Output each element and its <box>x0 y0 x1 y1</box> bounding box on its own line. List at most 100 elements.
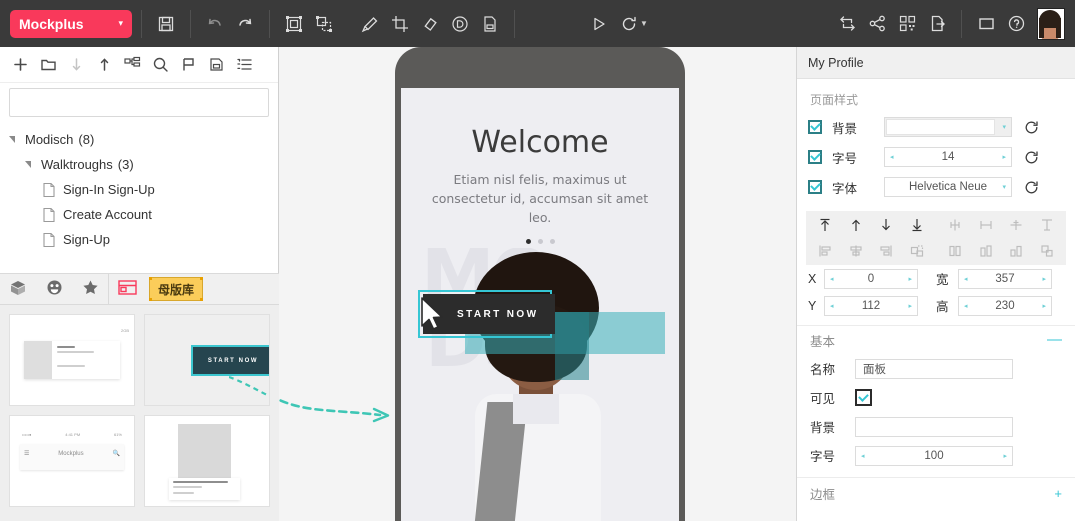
page-icon[interactable] <box>475 9 505 39</box>
thumb-nav-bar[interactable]: •••••● 4:41 PM 61% ☰ Mockplus 🔍 <box>9 415 135 507</box>
thumb-poster-card[interactable] <box>144 415 270 507</box>
reset-font-size-icon[interactable] <box>1024 150 1039 165</box>
send-to-back-icon[interactable] <box>902 212 933 238</box>
brand-menu-button[interactable]: Mockplus ▾ <box>10 9 132 38</box>
stepper-increment-icon[interactable]: ▸ <box>908 275 912 283</box>
stepper-decrement-icon[interactable]: ◂ <box>861 452 865 460</box>
search-input[interactable] <box>10 89 268 116</box>
align-right-icon[interactable] <box>871 238 902 264</box>
stepper-increment-icon[interactable]: ▸ <box>1042 302 1046 310</box>
align-horizontal-center-icon[interactable] <box>1001 212 1032 238</box>
triangle-down-icon[interactable] <box>24 159 36 171</box>
reset-background-icon[interactable] <box>1024 120 1039 135</box>
qrcode-icon[interactable] <box>892 9 922 39</box>
reset-font-family-icon[interactable] <box>1024 180 1039 195</box>
align-left-icon[interactable] <box>810 238 841 264</box>
align-center-icon[interactable] <box>841 238 872 264</box>
chevron-down-icon[interactable]: ▾ <box>1002 183 1006 191</box>
stepper-decrement-icon[interactable]: ◂ <box>890 153 894 161</box>
group-objects-icon[interactable] <box>902 238 933 264</box>
help-icon[interactable] <box>1001 9 1031 39</box>
share-icon[interactable] <box>862 9 892 39</box>
chevron-down-icon[interactable]: ▾ <box>1002 123 1006 131</box>
carousel-dot-active[interactable] <box>525 239 531 244</box>
same-width-icon[interactable] <box>1001 238 1032 264</box>
border-section-header[interactable]: 边框 + <box>797 477 1075 503</box>
stepper-decrement-icon[interactable]: ◂ <box>964 275 968 283</box>
background-color-field[interactable]: ▾ <box>884 117 1012 137</box>
x-stepper[interactable]: ◂ 0 ▸ <box>824 268 918 289</box>
move-down-icon[interactable] <box>62 51 90 79</box>
undo-icon[interactable] <box>200 9 230 39</box>
preview-icon[interactable] <box>584 9 614 39</box>
stepper-increment-icon[interactable]: ▸ <box>1002 153 1006 161</box>
my-library-tab[interactable] <box>108 273 145 305</box>
hero-image[interactable]: MO DS START NOW <box>401 248 679 521</box>
distribute-vertical-icon[interactable] <box>971 238 1002 264</box>
visible-checkbox[interactable] <box>855 389 872 406</box>
list-icon[interactable] <box>230 51 258 79</box>
background-color-input[interactable] <box>855 416 1013 437</box>
master-library-tab[interactable]: 母版库 <box>149 277 204 301</box>
phone-screen[interactable]: Welcome Etiam nisl felis, maximus ut con… <box>401 88 679 521</box>
format-painter-icon[interactable] <box>355 9 385 39</box>
font-size-stepper-basic[interactable]: ◂ 100 ▸ <box>855 445 1013 466</box>
carousel-dot[interactable] <box>537 239 543 244</box>
search-icon[interactable] <box>146 51 174 79</box>
save-icon[interactable] <box>151 9 181 39</box>
stepper-decrement-icon[interactable]: ◂ <box>830 275 834 283</box>
state-icon[interactable] <box>445 9 475 39</box>
chevron-down-icon[interactable]: ▼ <box>640 19 648 28</box>
tree-item-sign-in-sign-up[interactable]: Sign-In Sign-Up <box>0 177 278 202</box>
redo-icon[interactable] <box>230 9 260 39</box>
carousel-dots[interactable] <box>401 239 679 244</box>
align-top-icon[interactable] <box>1032 212 1063 238</box>
stepper-increment-icon[interactable]: ▸ <box>908 302 912 310</box>
tag-icon[interactable] <box>415 9 445 39</box>
ungroup-icon[interactable] <box>309 9 339 39</box>
tree-item-walktroughs[interactable]: Walktroughs (3) <box>0 152 278 177</box>
components-tab[interactable] <box>0 274 36 305</box>
tree-item-sign-up[interactable]: Sign-Up <box>0 227 278 252</box>
stepper-increment-icon[interactable]: ▸ <box>1003 452 1007 460</box>
font-family-select[interactable]: Helvetica Neue ▾ <box>884 177 1012 197</box>
fullscreen-icon[interactable] <box>971 9 1001 39</box>
y-stepper[interactable]: ◂ 112 ▸ <box>824 295 918 316</box>
name-input[interactable]: 面板 <box>855 358 1013 379</box>
send-backward-icon[interactable] <box>871 212 902 238</box>
move-up-icon[interactable] <box>90 51 118 79</box>
collapse-icon[interactable]: — <box>1047 332 1062 347</box>
group-icon[interactable] <box>279 9 309 39</box>
add-folder-icon[interactable] <box>34 51 62 79</box>
stepper-decrement-icon[interactable]: ◂ <box>964 302 968 310</box>
avatar[interactable] <box>1037 7 1065 40</box>
note-icon[interactable] <box>202 51 230 79</box>
font-family-checkbox[interactable] <box>808 180 822 194</box>
tree-item-create-account[interactable]: Create Account <box>0 202 278 227</box>
align-vertical-center-icon[interactable] <box>940 212 971 238</box>
stepper-increment-icon[interactable]: ▸ <box>1042 275 1046 283</box>
thumb-media-card[interactable]: 2GB <box>9 314 135 406</box>
font-size-checkbox[interactable] <box>808 150 822 164</box>
bring-to-front-icon[interactable] <box>810 212 841 238</box>
width-stepper[interactable]: ◂ 357 ▸ <box>958 268 1052 289</box>
page-search-box[interactable] <box>9 88 269 117</box>
design-canvas[interactable]: Welcome Etiam nisl felis, maximus ut con… <box>279 47 796 521</box>
tree-item-modisch[interactable]: Modisch (8) <box>0 127 278 152</box>
distribute-horizontal-icon[interactable] <box>971 212 1002 238</box>
favorites-tab[interactable] <box>72 274 108 305</box>
background-checkbox[interactable] <box>808 120 822 134</box>
same-size-icon[interactable] <box>1032 238 1063 264</box>
carousel-dot[interactable] <box>549 239 555 244</box>
add-page-icon[interactable] <box>6 51 34 79</box>
basic-section-header[interactable]: 基本 — <box>797 325 1075 354</box>
publish-icon[interactable] <box>832 9 862 39</box>
bring-forward-icon[interactable] <box>841 212 872 238</box>
font-size-stepper[interactable]: ◂ 14 ▸ <box>884 147 1012 167</box>
icons-tab[interactable] <box>36 274 72 305</box>
sitemap-icon[interactable] <box>118 51 146 79</box>
stepper-decrement-icon[interactable]: ◂ <box>830 302 834 310</box>
expand-icon[interactable]: + <box>1054 486 1062 501</box>
height-stepper[interactable]: ◂ 230 ▸ <box>958 295 1052 316</box>
same-height-icon[interactable] <box>940 238 971 264</box>
